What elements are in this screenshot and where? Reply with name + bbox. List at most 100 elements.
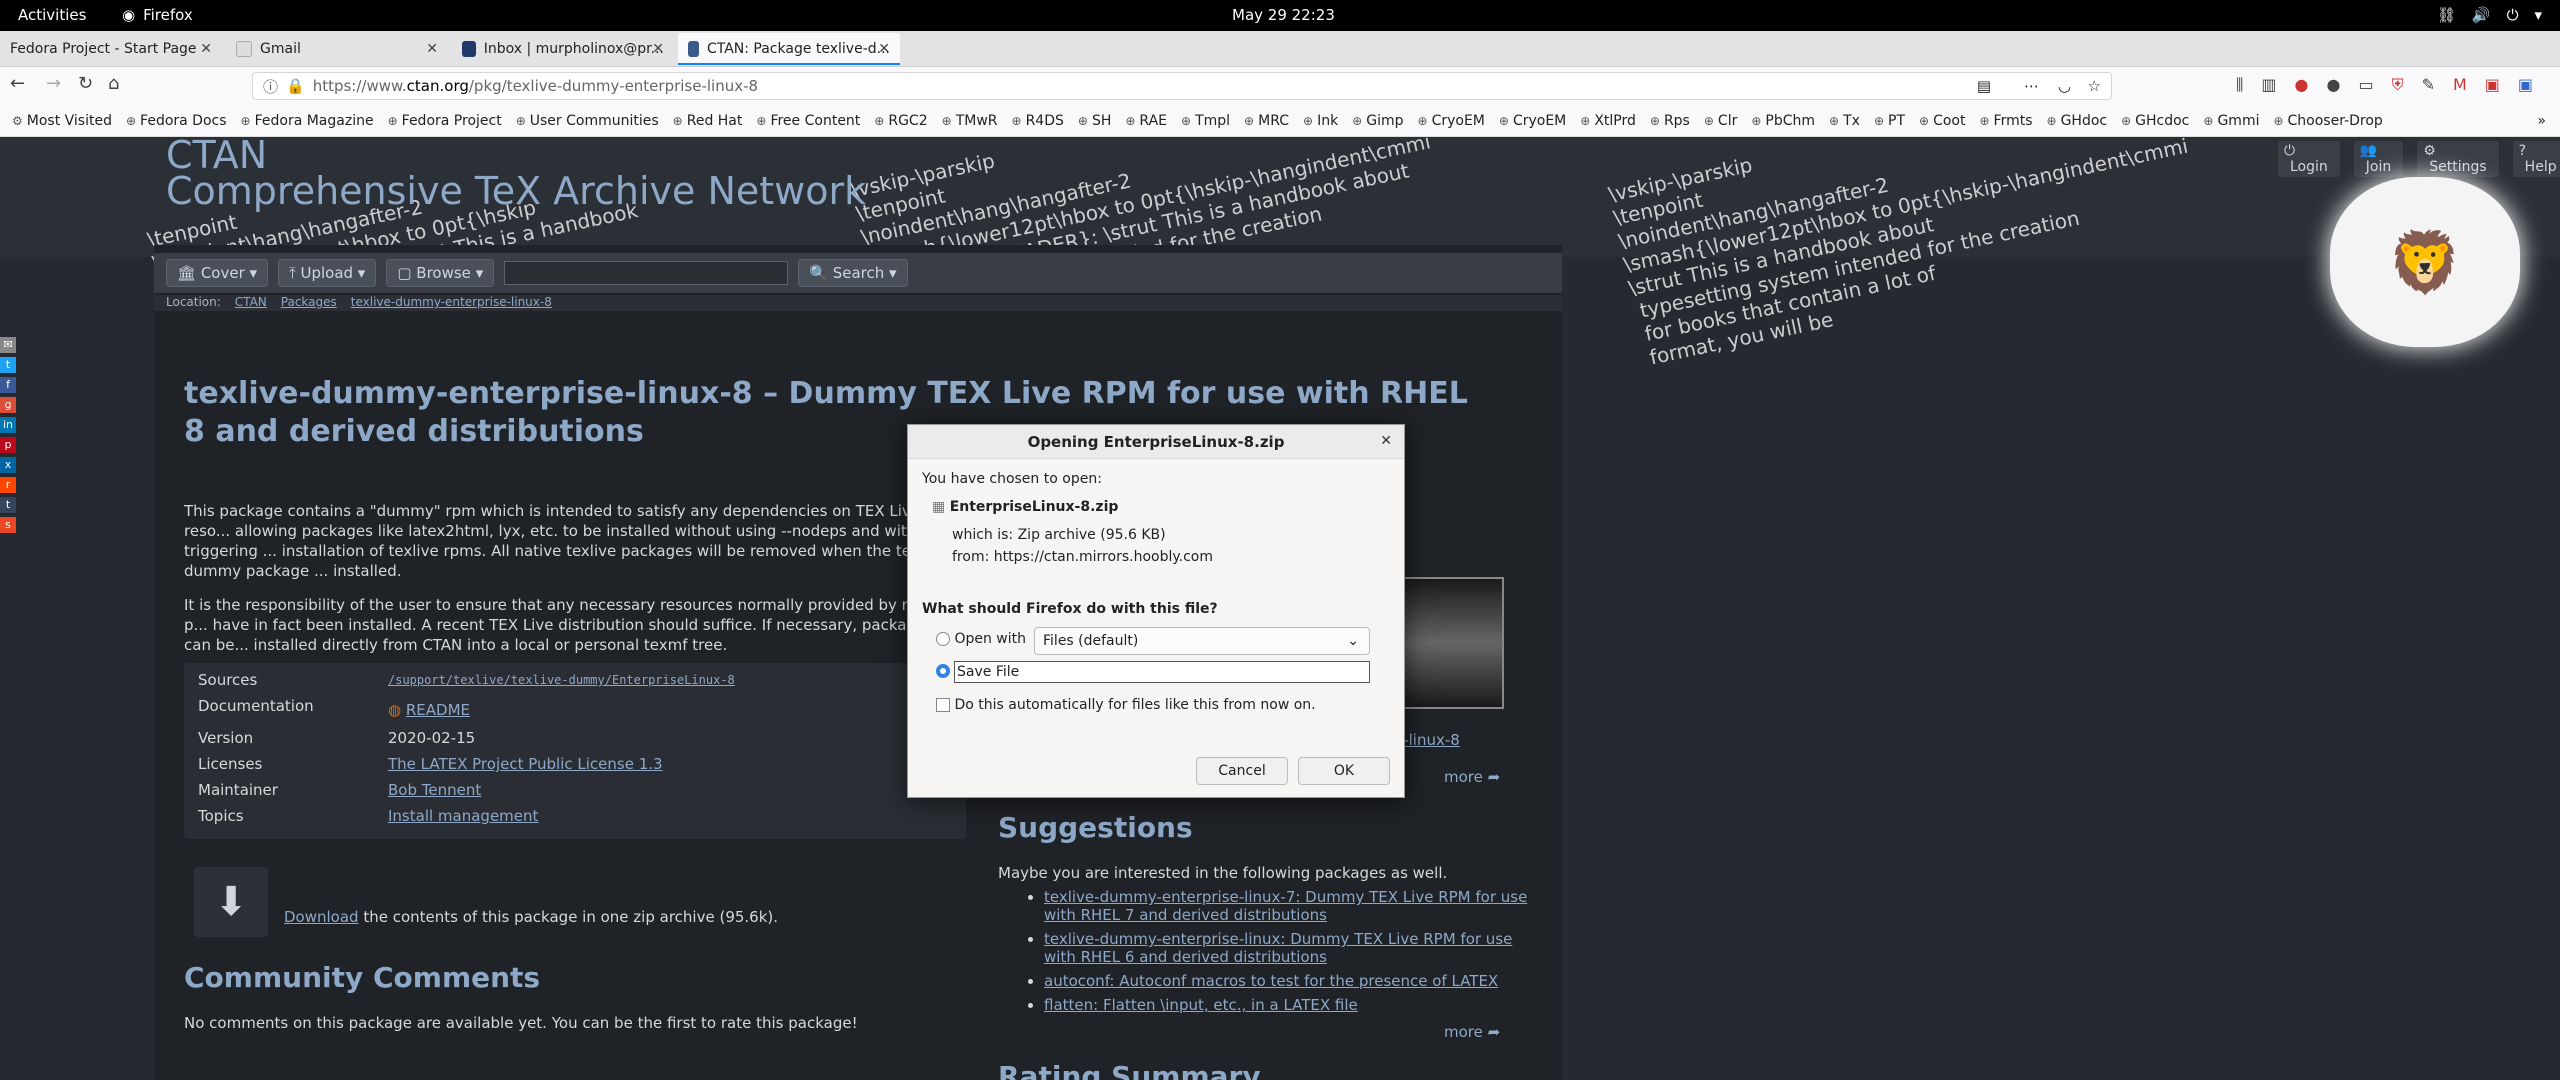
download-link[interactable]: Download — [284, 908, 359, 926]
extension-icon[interactable]: ⛨ — [2392, 75, 2404, 95]
facebook-icon[interactable]: f — [0, 377, 16, 393]
breadcrumb-packages[interactable]: Packages — [281, 295, 337, 311]
close-icon[interactable]: ✕ — [878, 41, 890, 57]
chevron-right-icon[interactable]: » — [2537, 113, 2560, 129]
app-menu[interactable]: ◉ Firefox — [122, 6, 193, 24]
bookmark-item[interactable]: ⊕ PT — [1874, 113, 1905, 129]
suggestion-link[interactable]: flatten: Flatten \input, etc., in a LATE… — [1044, 996, 1358, 1014]
sources-link[interactable]: /support/texlive/texlive-dummy/Enterpris… — [388, 673, 735, 687]
bookmark-item[interactable]: ⊕ User Communities — [516, 113, 659, 129]
bookmark-item[interactable]: ⊕ PbChm — [1751, 113, 1815, 129]
bookmark-item[interactable]: ⊕ Clr — [1704, 113, 1737, 129]
activities-button[interactable]: Activities — [18, 6, 86, 24]
extension-icon[interactable]: ▣ — [2518, 75, 2533, 95]
forward-icon[interactable]: → — [46, 73, 61, 94]
tab-gmail[interactable]: Gmail ✕ — [226, 33, 448, 65]
url-bar[interactable]: ⓘ 🔒 https://www. ctan.org/pkg/texlive-dum… — [252, 72, 2112, 100]
join-link[interactable]: 👥 Join — [2353, 141, 2404, 177]
save-file-radio-wrap[interactable] — [936, 663, 950, 679]
bookmark-item[interactable]: ⊕ CryoEM — [1499, 113, 1566, 129]
bookmark-star-icon[interactable]: ☆ — [2088, 77, 2101, 95]
topics-link[interactable]: Install management — [388, 807, 538, 825]
extension-icon[interactable]: ● — [2326, 75, 2340, 95]
extension-icon[interactable]: ▭ — [2358, 75, 2373, 95]
bookmark-item[interactable]: ⊕ XtlPrd — [1580, 113, 1636, 129]
bookmark-item[interactable]: ⊕ R4DS — [1012, 113, 1064, 129]
bookmark-item[interactable]: ⊕ SH — [1078, 113, 1111, 129]
site-title[interactable]: CTAN Comprehensive TeX Archive Network — [166, 137, 866, 210]
bookmark-item[interactable]: ⊕ Frmts — [1979, 113, 2032, 129]
bookmark-item[interactable]: ⚙ Most Visited — [12, 113, 112, 129]
library-icon[interactable]: ⫼ — [2236, 75, 2243, 95]
search-input[interactable] — [504, 261, 789, 285]
xing-icon[interactable]: x — [0, 457, 16, 473]
bookmark-item[interactable]: ⊕ Fedora Docs — [126, 113, 227, 129]
login-link[interactable]: ⏻ Login — [2278, 141, 2340, 177]
ok-button[interactable]: OK — [1298, 757, 1390, 785]
bookmark-item[interactable]: ⊕ CryoEM — [1418, 113, 1485, 129]
sidebar-icon[interactable]: ▥ — [2261, 75, 2276, 95]
google-plus-icon[interactable]: g — [0, 397, 16, 413]
cover-menu-button[interactable]: 🏛 Cover ▾ — [166, 259, 269, 287]
stumbleupon-icon[interactable]: s — [0, 517, 16, 533]
bookmark-item[interactable]: ⊕ TMwR — [942, 113, 998, 129]
linkedin-icon[interactable]: in — [0, 417, 16, 433]
open-with-option[interactable]: Open with — [936, 631, 1026, 647]
bookmark-item[interactable]: ⊕ Gmmi — [2203, 113, 2259, 129]
pinterest-icon[interactable]: p — [0, 437, 16, 453]
cancel-button[interactable]: Cancel — [1196, 757, 1288, 785]
twitter-icon[interactable]: t — [0, 357, 16, 373]
bookmark-item[interactable]: ⊕ GHdoc — [2047, 113, 2108, 129]
bookmark-item[interactable]: ⊕ Fedora Project — [388, 113, 502, 129]
bookmark-item[interactable]: ⊕ MRC — [1244, 113, 1289, 129]
bookmark-item[interactable]: ⊕ Ink — [1303, 113, 1338, 129]
upload-menu-button[interactable]: ⤒ Upload ▾ — [278, 259, 377, 287]
more-link[interactable]: more ➦ — [1444, 768, 1500, 786]
search-button[interactable]: 🔍 Search ▾ — [798, 259, 908, 287]
reddit-icon[interactable]: r — [0, 477, 16, 493]
breadcrumb-package[interactable]: texlive-dummy-enterprise-linux-8 — [351, 295, 552, 311]
back-icon[interactable]: ← — [10, 73, 25, 94]
bookmark-item[interactable]: ⊕ Tx — [1829, 113, 1860, 129]
bookmark-item[interactable]: ⊕ RGC2 — [874, 113, 927, 129]
bookmark-item[interactable]: ⊕ Gimp — [1352, 113, 1403, 129]
close-icon[interactable]: ✕ — [200, 41, 212, 57]
tumblr-icon[interactable]: t — [0, 497, 16, 513]
breadcrumb-ctan[interactable]: CTAN — [235, 295, 267, 311]
auto-checkbox[interactable] — [936, 698, 950, 712]
extension-icon[interactable]: ✎ — [2422, 75, 2435, 95]
more-link[interactable]: more ➦ — [1444, 1023, 1500, 1041]
readme-link[interactable]: README — [406, 701, 470, 719]
pocket-icon[interactable]: ◡ — [2058, 77, 2071, 95]
reload-icon[interactable]: ↻ — [78, 73, 93, 94]
extension-icon[interactable]: M — [2453, 75, 2467, 95]
bookmark-item[interactable]: ⊕ Coot — [1919, 113, 1965, 129]
extension-icon[interactable]: ▣ — [2485, 75, 2500, 95]
more-actions-icon[interactable]: ⋯ — [2024, 77, 2039, 95]
close-icon[interactable]: ✕ — [652, 41, 664, 57]
email-icon[interactable]: ✉ — [0, 337, 16, 353]
download-icon[interactable]: ⬇ — [194, 867, 268, 937]
save-file-option[interactable]: Save File — [954, 661, 1370, 683]
open-with-radio[interactable] — [936, 632, 950, 646]
bookmark-item[interactable]: ⊕ Free Content — [756, 113, 860, 129]
bookmark-item[interactable]: ⊕ Rps — [1650, 113, 1690, 129]
settings-link[interactable]: ⚙ Settings — [2417, 141, 2499, 177]
suggestion-link[interactable]: texlive-dummy-enterprise-linux: Dummy TE… — [1044, 930, 1512, 966]
tab-ctan[interactable]: CTAN: Package texlive-d... ✕ — [678, 33, 900, 65]
maintainer-link[interactable]: Bob Tennent — [388, 781, 481, 799]
system-tray[interactable]: ⛓ 🔊 ⏻ ▾ — [2437, 6, 2542, 24]
bookmark-item[interactable]: ⊕ Tmpl — [1181, 113, 1230, 129]
suggestion-link[interactable]: autoconf: Autoconf macros to test for th… — [1044, 972, 1498, 990]
auto-option[interactable]: Do this automatically for files like thi… — [936, 697, 1316, 713]
tab-fedora[interactable]: Fedora Project - Start Page ✕ — [0, 33, 222, 65]
tab-inbox[interactable]: Inbox | murpholinox@pr... ✕ — [452, 33, 674, 65]
bookmark-item[interactable]: ⊕ RAE — [1125, 113, 1167, 129]
bookmark-item[interactable]: ⊕ GHcdoc — [2121, 113, 2189, 129]
home-icon[interactable]: ⌂ — [108, 73, 119, 94]
bookmark-item[interactable]: ⊕ Fedora Magazine — [241, 113, 374, 129]
clock[interactable]: May 29 22:23 — [1232, 6, 1335, 24]
close-icon[interactable]: ✕ — [426, 41, 438, 57]
suggestion-link[interactable]: texlive-dummy-enterprise-linux-7: Dummy … — [1044, 888, 1527, 924]
app-select[interactable]: Files (default) ⌄ — [1034, 627, 1370, 655]
